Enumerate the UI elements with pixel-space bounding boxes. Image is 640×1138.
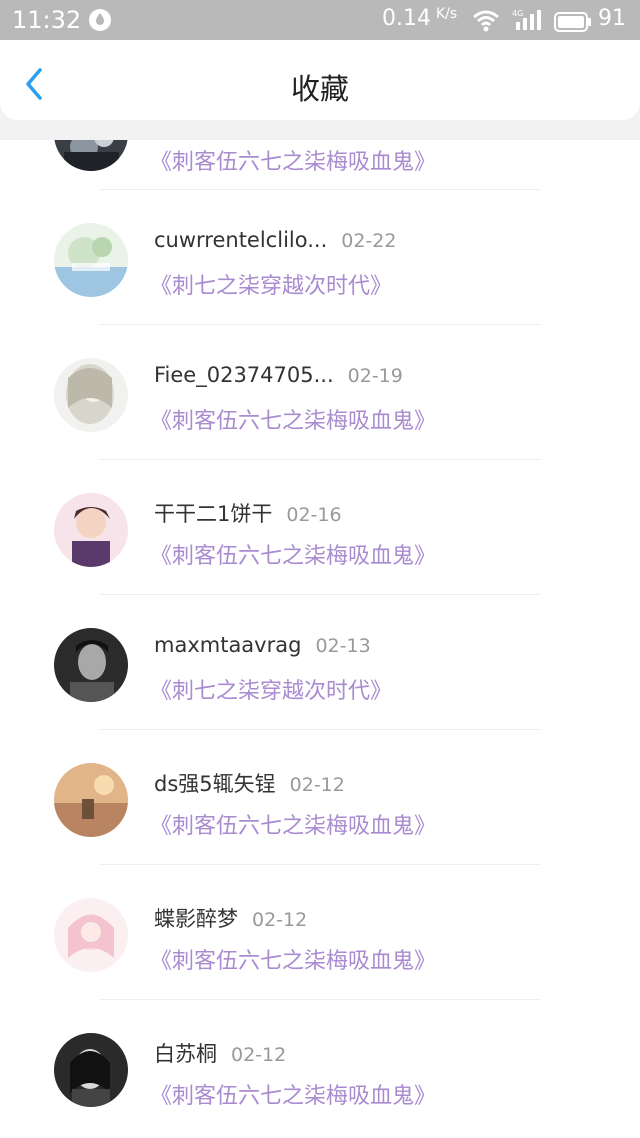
network-speed-unit: K/s [436,6,458,22]
list-item[interactable]: 干干二1饼干 02-16 《刺客伍六七之柒梅吸血鬼》 [0,460,640,595]
wifi-icon [472,8,500,32]
avatar [54,1033,128,1107]
item-user: Fiee_02374705... 02-19 [154,363,403,387]
list-item[interactable]: 蝶影醉梦 02-12 《刺客伍六七之柒梅吸血鬼》 [0,865,640,1000]
battery-icon [554,10,592,32]
status-bar: 11:32 0.14 K/s 4G 91 [0,0,640,40]
item-username: 干干二1饼干 [154,502,273,526]
item-user: 干干二1饼干 02-16 [154,498,342,528]
item-date: 02-13 [315,635,371,657]
item-user: maxmtaavrag 02-13 [154,633,371,657]
page-title: 收藏 [290,72,349,106]
item-title: 《刺客伍六七之柒梅吸血鬼》 [150,409,437,434]
item-date: 02-19 [347,365,403,387]
item-date: 02-12 [231,1044,287,1066]
item-user: 蝶影醉梦 02-12 [154,903,307,933]
cellular-signal-icon: 4G [512,8,542,32]
avatar [54,628,128,702]
header: 收藏 [0,40,640,120]
network-type-label: 4G [512,9,523,18]
item-username: cuwrrentelclilo... [154,228,328,252]
item-date: 02-12 [289,774,345,796]
item-title: 《刺客伍六七之柒梅吸血鬼》 [150,150,437,175]
list-item[interactable]: cuwrrentelclilo... 02-22 《刺七之柒穿越次时代》 [0,190,640,325]
avatar [54,763,128,837]
item-title: 《刺七之柒穿越次时代》 [150,679,393,704]
item-date: 02-16 [286,504,342,526]
item-username: Fiee_02374705... [154,363,334,387]
item-username: 蝶影醉梦 [154,907,238,931]
item-user: cuwrrentelclilo... 02-22 [154,228,396,252]
list-item[interactable]: ds强5辄矢锃 02-12 《刺客伍六七之柒梅吸血鬼》 [0,730,640,865]
list-item[interactable]: 白苏桐 02-12 《刺客伍六七之柒梅吸血鬼》 [0,1000,640,1135]
item-date: 02-22 [341,230,397,252]
avatar [54,223,128,297]
item-title: 《刺七之柒穿越次时代》 [150,274,393,299]
item-title: 《刺客伍六七之柒梅吸血鬼》 [150,949,437,974]
item-title: 《刺客伍六七之柒梅吸血鬼》 [150,1084,437,1109]
list-item[interactable]: maxmtaavrag 02-13 《刺七之柒穿越次时代》 [0,595,640,730]
avatar [54,898,128,972]
avatar [54,493,128,567]
network-speed: 0.14 [382,6,431,31]
battery-level: 91 [598,6,626,31]
item-user: 白苏桐 02-12 [154,1038,286,1068]
item-username: ds强5辄矢锃 [154,772,276,796]
notification-app-icon [88,8,112,32]
item-username: 白苏桐 [154,1042,217,1066]
list-item[interactable]: Fiee_02374705... 02-19 《刺客伍六七之柒梅吸血鬼》 [0,325,640,460]
item-username: maxmtaavrag [154,633,302,657]
favorites-list: 《刺客伍六七之柒梅吸血鬼》 cuwrrentelclilo... 02-22 《刺… [0,97,640,1135]
item-user: ds强5辄矢锃 02-12 [154,768,345,798]
list-item[interactable]: 《刺客伍六七之柒梅吸血鬼》 [0,97,640,190]
item-date: 02-12 [252,909,308,931]
screen: 11:32 0.14 K/s 4G 91 收藏 《刺客伍六七之柒梅吸血鬼》 cu… [0,0,640,1138]
item-title: 《刺客伍六七之柒梅吸血鬼》 [150,544,437,569]
status-time: 11:32 [12,6,82,34]
item-title: 《刺客伍六七之柒梅吸血鬼》 [150,814,437,839]
avatar [54,358,128,432]
